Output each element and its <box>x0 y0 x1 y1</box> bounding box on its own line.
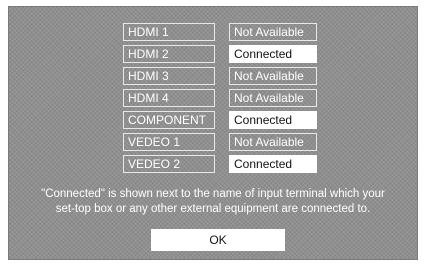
input-name: HDMI 1 <box>123 23 215 41</box>
input-status: Not Available <box>229 67 317 85</box>
input-row-hdmi-3: HDMI 3 Not Available <box>123 67 323 85</box>
input-status: Connected <box>229 45 317 63</box>
input-status: Connected <box>229 111 317 129</box>
input-row-component: COMPONENT Connected <box>123 111 323 129</box>
note-line-2: set-top box or any other external equipm… <box>55 203 371 215</box>
input-status: Connected <box>229 155 317 173</box>
input-name: VEDEO 2 <box>123 155 215 173</box>
input-name: HDMI 2 <box>123 45 215 63</box>
input-name: COMPONENT <box>123 111 215 129</box>
input-status: Not Available <box>229 133 317 151</box>
input-name: VEDEO 1 <box>123 133 215 151</box>
input-row-hdmi-1: HDMI 1 Not Available <box>123 23 323 41</box>
input-status: Not Available <box>229 23 317 41</box>
note-line-1: "Connected" is shown next to the name of… <box>41 188 385 200</box>
input-row-hdmi-4: HDMI 4 Not Available <box>123 89 323 107</box>
input-status: Not Available <box>229 89 317 107</box>
ok-button[interactable]: OK <box>151 229 285 251</box>
input-row-hdmi-2: HDMI 2 Connected <box>123 45 323 63</box>
input-row-vedeo-1: VEDEO 1 Not Available <box>123 133 323 151</box>
connection-note: "Connected" is shown next to the name of… <box>9 187 417 217</box>
input-name: HDMI 3 <box>123 67 215 85</box>
input-name: HDMI 4 <box>123 89 215 107</box>
input-status-dialog: HDMI 1 Not Available HDMI 2 Connected HD… <box>8 6 418 260</box>
input-row-vedeo-2: VEDEO 2 Connected <box>123 155 323 173</box>
